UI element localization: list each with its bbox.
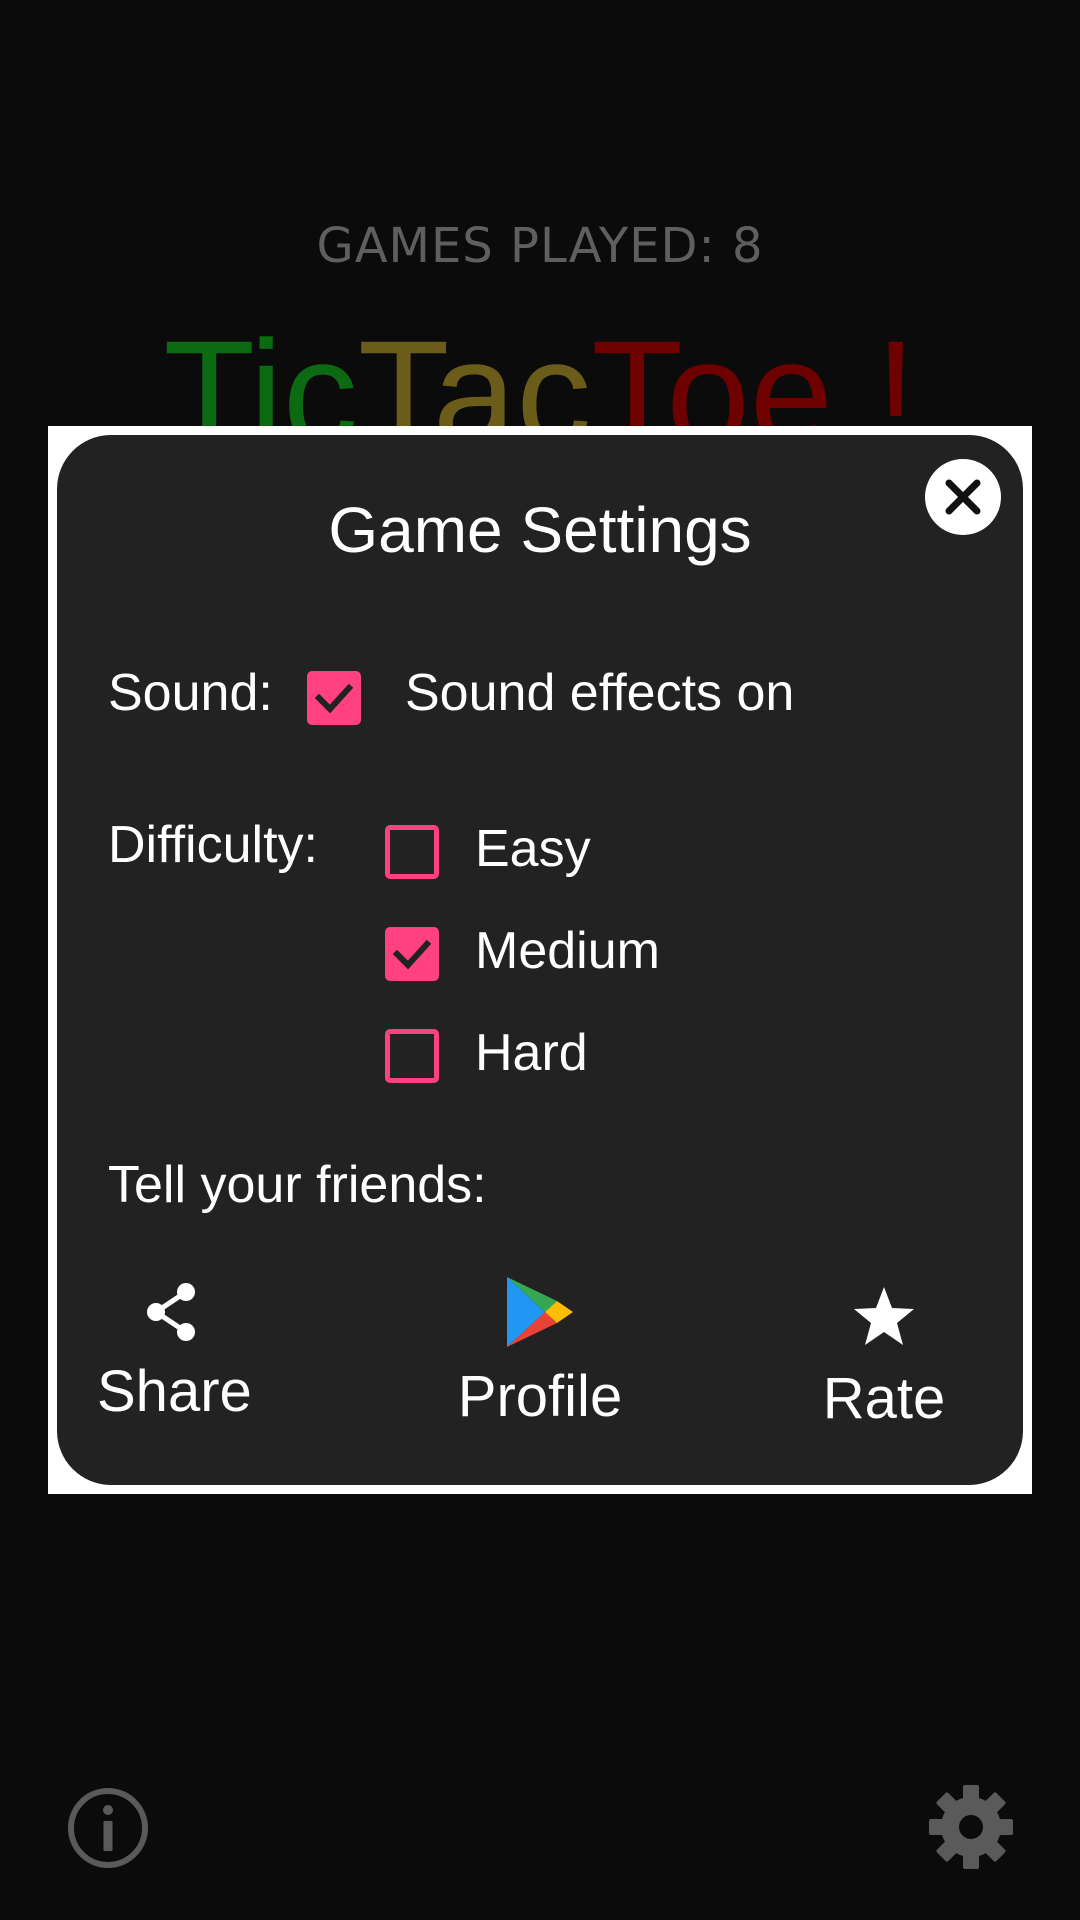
difficulty-medium-checkbox[interactable] <box>385 927 439 981</box>
friends-label: Tell your friends: <box>108 1156 487 1214</box>
gear-icon[interactable] <box>928 1784 1014 1870</box>
game-screen: GAMES PLAYED: 8 TicTacToe ! Game Setting… <box>0 0 1080 1920</box>
share-label: Share <box>97 1359 252 1424</box>
profile-label: Profile <box>457 1364 623 1429</box>
dialog-title: Game Settings <box>328 494 752 566</box>
star-icon <box>854 1287 914 1345</box>
games-played-counter: GAMES PLAYED: 8 <box>316 218 764 274</box>
difficulty-easy-label: Easy <box>475 820 591 878</box>
rate-button[interactable]: Rate <box>809 1285 959 1432</box>
settings-dialog: Game Settings Sound: Sound effects on Di… <box>57 435 1023 1485</box>
share-icon <box>147 1283 195 1341</box>
rate-label: Rate <box>822 1366 946 1431</box>
sound-option-label: Sound effects on <box>405 664 795 722</box>
share-button[interactable]: Share <box>97 1280 252 1425</box>
sound-checkbox[interactable] <box>307 671 361 725</box>
info-icon[interactable] <box>66 1786 150 1870</box>
google-play-icon <box>507 1277 573 1347</box>
difficulty-medium-label: Medium <box>475 922 660 980</box>
difficulty-hard-label: Hard <box>475 1024 588 1082</box>
profile-button[interactable]: Profile <box>435 1275 645 1430</box>
checkmark-icon <box>392 939 432 970</box>
difficulty-label: Difficulty: <box>108 816 318 874</box>
difficulty-hard-checkbox[interactable] <box>385 1029 439 1083</box>
sound-label: Sound: <box>108 664 273 722</box>
difficulty-easy-checkbox[interactable] <box>385 825 439 879</box>
checkmark-icon <box>314 683 354 714</box>
